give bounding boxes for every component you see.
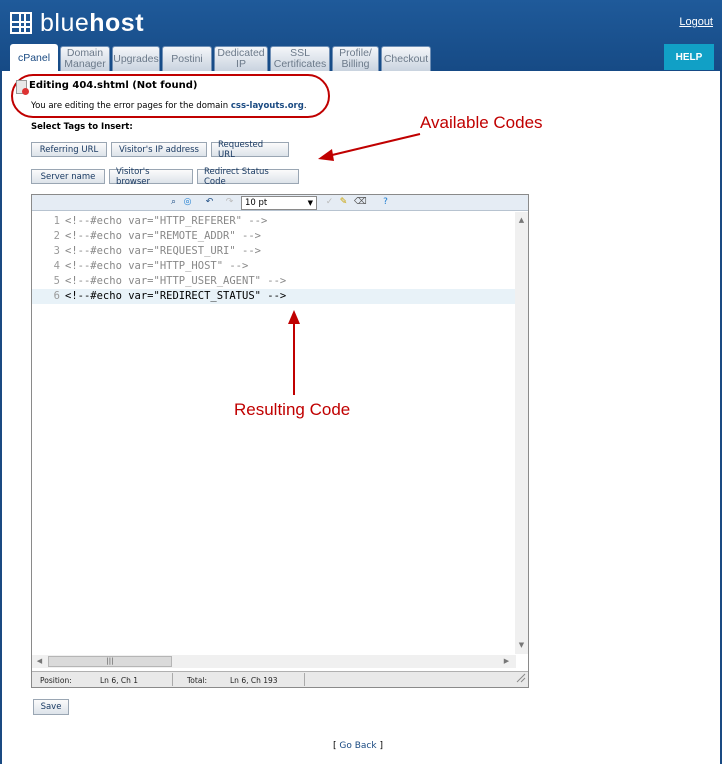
code-area[interactable]: 1 <!--#echo var="HTTP_REFERER" --> 2 <!--#… xyxy=(32,212,516,654)
code-line: 5 <!--#echo var="HTTP_USER_AGENT" --> xyxy=(32,274,516,289)
content-panel: Editing 404.shtml (Not found) You are ed… xyxy=(2,71,720,764)
editing-subtitle: You are editing the error pages for the … xyxy=(31,101,307,111)
code-line: 4 <!--#echo var="HTTP_HOST" --> xyxy=(32,259,516,274)
editing-title: Editing 404.shtml (Not found) xyxy=(29,80,198,91)
position-value: Ln 6, Ch 1 xyxy=(100,676,139,685)
horizontal-scroll-thumb[interactable]: ||| xyxy=(48,656,172,667)
code-line: 1 <!--#echo var="HTTP_REFERER" --> xyxy=(32,214,516,229)
code-line: 3 <!--#echo var="REQUEST_URI" --> xyxy=(32,244,516,259)
line-number: 3 xyxy=(53,245,60,257)
tab-upgrades[interactable]: Upgrades xyxy=(112,46,160,71)
undo-icon[interactable]: ↶ xyxy=(204,197,215,208)
editor-status-bar: Position: Ln 6, Ch 1 Total: Ln 6, Ch 193 xyxy=(32,671,528,687)
tab-dedicated-ip[interactable]: Dedicated IP xyxy=(214,46,268,71)
scroll-down-icon[interactable]: ▼ xyxy=(515,639,528,652)
redirect-status-code-button[interactable]: Redirect Status Code xyxy=(197,167,299,187)
resize-grip-icon[interactable] xyxy=(516,673,526,683)
visitor-ip-button[interactable]: Visitor's IP address xyxy=(111,142,207,157)
annotation-arrow-up xyxy=(288,310,300,395)
font-size-select[interactable]: 10 pt ▼ xyxy=(241,196,317,210)
line-text: <!--#echo var="HTTP_REFERER" --> xyxy=(65,215,268,227)
line-text: <!--#echo var="HTTP_HOST" --> xyxy=(65,260,249,272)
editor-toolbar: ⌕ ◎ ↶ ↷ 10 pt ▼ ✓ ✎ ⌫ ? xyxy=(32,195,528,211)
line-text: <!--#echo var="REQUEST_URI" --> xyxy=(65,245,261,257)
server-name-button[interactable]: Server name xyxy=(31,169,105,184)
help-button[interactable]: HELP xyxy=(664,44,714,70)
tab-profile-billing[interactable]: Profile/ Billing xyxy=(332,46,379,71)
redo-icon[interactable]: ↷ xyxy=(224,197,235,208)
logo-text: bluehost xyxy=(40,8,145,37)
tab-cpanel[interactable]: cPanel xyxy=(10,44,58,71)
bluehost-logo[interactable]: bluehost xyxy=(10,8,144,38)
annotation-arrow-left xyxy=(318,133,421,161)
highlight-pen-icon[interactable]: ✎ xyxy=(338,197,349,208)
go-back-link[interactable]: Go Back xyxy=(339,741,376,751)
tab-domain-manager[interactable]: Domain Manager xyxy=(60,46,110,71)
save-button[interactable]: Save xyxy=(33,699,69,715)
refresh-icon[interactable]: ◎ xyxy=(182,197,193,208)
position-label: Position: xyxy=(40,676,72,685)
referring-url-button[interactable]: Referring URL xyxy=(31,142,107,157)
line-number: 2 xyxy=(53,230,60,242)
help-icon[interactable]: ? xyxy=(380,197,391,208)
resulting-code-annotation: Resulting Code xyxy=(234,400,351,419)
status-divider xyxy=(172,673,173,686)
scroll-up-icon[interactable]: ▲ xyxy=(515,214,528,227)
document-error-icon xyxy=(16,80,29,95)
tab-ssl-certificates[interactable]: SSL Certificates xyxy=(270,46,330,71)
syntax-check-icon[interactable]: ✓ xyxy=(324,197,335,208)
visitors-browser-button[interactable]: Visitor's browser xyxy=(109,167,193,187)
requested-url-button[interactable]: Requested URL xyxy=(211,140,289,160)
code-line: 2 <!--#echo var="REMOTE_ADDR" --> xyxy=(32,229,516,244)
go-back: [ Go Back ] xyxy=(333,741,383,751)
line-text: <!--#echo var="REMOTE_ADDR" --> xyxy=(65,230,261,242)
total-label: Total: xyxy=(187,676,208,685)
available-codes-annotation: Available Codes xyxy=(420,113,543,132)
tab-checkout[interactable]: Checkout xyxy=(381,46,431,71)
code-editor[interactable]: ⌕ ◎ ↶ ↷ 10 pt ▼ ✓ ✎ ⌫ ? 1 <!--#echo var="H… xyxy=(31,194,529,688)
logout-link[interactable]: Logout xyxy=(679,16,713,28)
line-number: 6 xyxy=(53,290,60,302)
line-number: 5 xyxy=(53,275,60,287)
scroll-right-icon[interactable]: ▶ xyxy=(500,655,513,668)
scroll-left-icon[interactable]: ◀ xyxy=(33,655,46,668)
line-number: 1 xyxy=(53,215,60,227)
line-text: <!--#echo var="REDIRECT_STATUS" --> xyxy=(65,290,287,302)
eraser-icon[interactable]: ⌫ xyxy=(354,197,367,208)
line-number: 4 xyxy=(53,260,60,272)
chevron-down-icon: ▼ xyxy=(307,199,313,207)
vertical-scrollbar[interactable]: ▲ ▼ xyxy=(515,212,528,654)
horizontal-scrollbar[interactable]: ◀ ||| ▶ xyxy=(32,655,516,668)
total-value: Ln 6, Ch 193 xyxy=(230,676,278,685)
domain-name: css-layouts.org xyxy=(230,101,304,111)
code-line-current: 6 <!--#echo var="REDIRECT_STATUS" --> xyxy=(32,289,516,304)
main-tabs: cPanel Domain Manager Upgrades Postini D… xyxy=(10,44,433,71)
find-icon[interactable]: ⌕ xyxy=(168,197,179,208)
status-divider xyxy=(304,673,305,686)
line-text: <!--#echo var="HTTP_USER_AGENT" --> xyxy=(65,275,287,287)
logo-grid-icon xyxy=(10,12,32,34)
tab-postini[interactable]: Postini xyxy=(162,46,212,71)
select-tags-label: Select Tags to Insert: xyxy=(31,122,133,132)
